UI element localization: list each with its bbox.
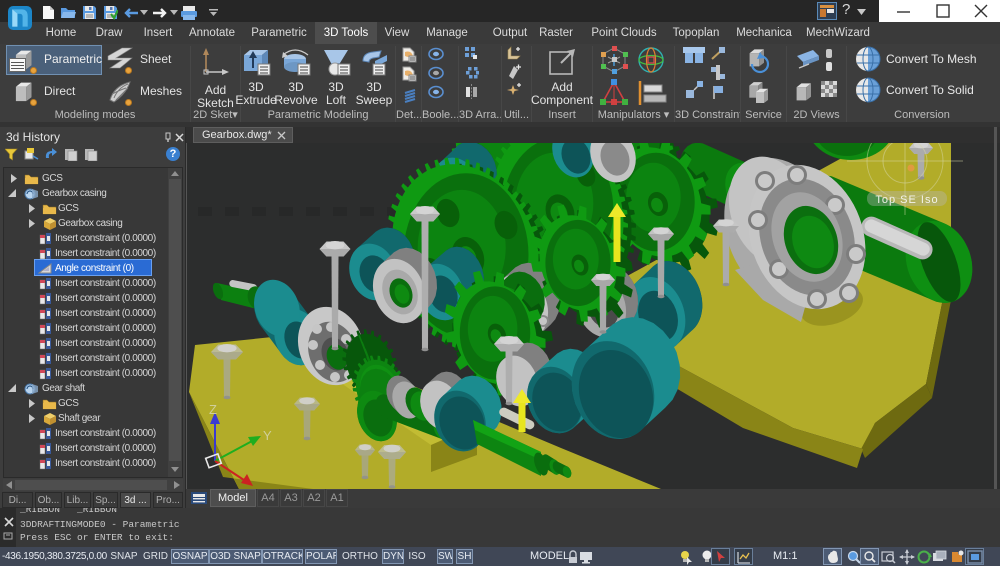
svg-text:Y: Y [263,428,272,443]
svg-text:Z: Z [209,402,217,417]
svg-text:Top SE Iso: Top SE Iso [875,194,938,206]
